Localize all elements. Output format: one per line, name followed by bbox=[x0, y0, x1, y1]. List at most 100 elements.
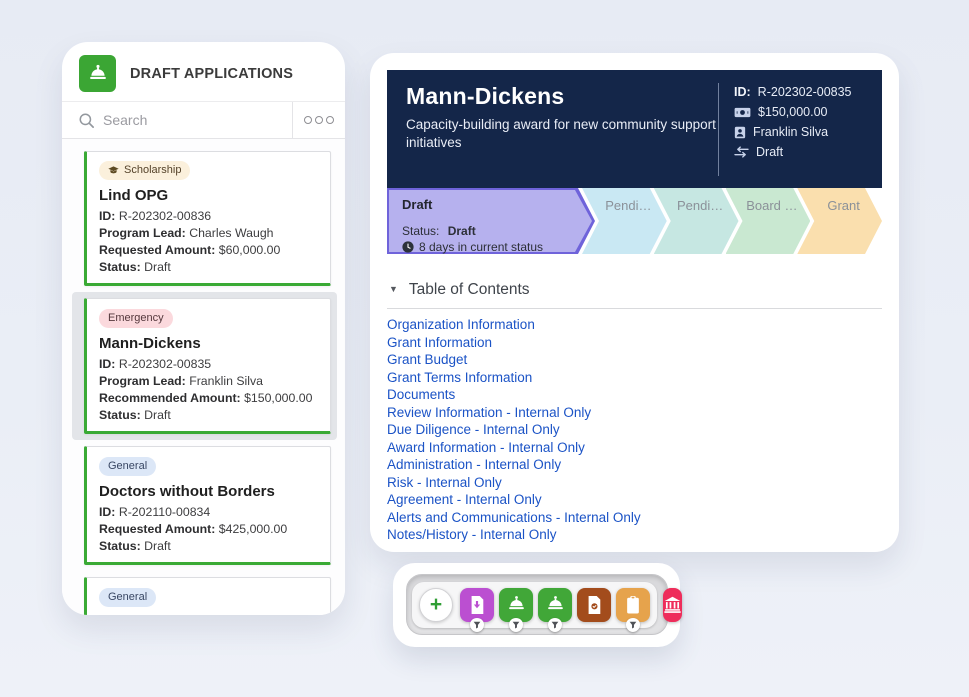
application-title: American National Red Cross bbox=[99, 614, 318, 615]
dock-item-document-download[interactable] bbox=[460, 588, 494, 622]
document-download-icon bbox=[468, 595, 486, 615]
record-header-titles: Mann-Dickens Capacity-building award for… bbox=[406, 83, 718, 176]
stage-label: Pendi… bbox=[669, 198, 723, 254]
category-badge: Scholarship bbox=[99, 161, 190, 180]
field-label: Status: bbox=[99, 408, 141, 422]
search-input[interactable] bbox=[95, 112, 292, 128]
toc-link[interactable]: Organization Information bbox=[387, 316, 535, 334]
clipboard-icon bbox=[624, 595, 642, 615]
application-card[interactable]: Emergency Mann-Dickens ID: R-202302-00835P… bbox=[84, 298, 331, 434]
application-field: Status: Draft bbox=[99, 538, 318, 555]
toc-link[interactable]: Award Information - Internal Only bbox=[387, 439, 585, 457]
pipeline-stage-active[interactable]: Draft Status: Draft8 days in current stat… bbox=[387, 188, 595, 254]
meta-amount: $150,000.00 bbox=[734, 105, 868, 119]
service-bell-icon bbox=[545, 594, 566, 615]
field-label: ID: bbox=[99, 209, 115, 223]
toc-link[interactable]: Administration - Internal Only bbox=[387, 456, 561, 474]
document-seal-icon bbox=[585, 595, 603, 615]
filter-funnel-badge bbox=[548, 618, 562, 632]
dock-item-bank[interactable] bbox=[663, 588, 682, 622]
meta-status: Draft bbox=[734, 145, 868, 159]
toc-link[interactable]: Notes/History - Internal Only bbox=[387, 526, 557, 544]
draft-applications-app-icon bbox=[79, 55, 116, 92]
toc-link[interactable]: Due Diligence - Internal Only bbox=[387, 421, 560, 439]
list-item-selected[interactable]: Emergency Mann-Dickens ID: R-202302-00835P… bbox=[72, 292, 337, 440]
application-field: ID: R-202110-00834 bbox=[99, 504, 318, 521]
toc-link[interactable]: Alerts and Communications - Internal Onl… bbox=[387, 509, 641, 527]
meta-id: ID: R-202302-00835 bbox=[734, 85, 868, 99]
stage-label: Pendi… bbox=[597, 198, 651, 254]
filter-funnel-badge bbox=[509, 618, 523, 632]
application-field: Requested Amount: $425,000.00 bbox=[99, 521, 318, 538]
category-badge-label: General bbox=[108, 461, 147, 472]
more-options-icon bbox=[304, 116, 312, 124]
application-field: Requested Amount: $60,000.00 bbox=[99, 242, 318, 259]
meta-lead-value: Franklin Silva bbox=[753, 125, 828, 139]
search-bar bbox=[62, 102, 345, 139]
list-item[interactable]: ScholarshipLind OPGID: R-202302-00836Pro… bbox=[72, 145, 337, 292]
meta-status-value: Draft bbox=[756, 145, 783, 159]
application-field: ID: R-202302-00835 bbox=[99, 356, 318, 373]
field-label: ID: bbox=[99, 505, 115, 519]
application-field: Recommended Amount: $150,000.00 bbox=[99, 390, 318, 407]
stage-status-line: Status: Draft bbox=[402, 223, 595, 239]
toc-link[interactable]: Grant Budget bbox=[387, 351, 467, 369]
stage-content: Draft Status: Draft8 days in current stat… bbox=[387, 188, 595, 255]
stage-label: Draft bbox=[402, 197, 595, 212]
application-field: Status: Draft bbox=[99, 407, 318, 424]
list-item[interactable]: GeneralDoctors without BordersID: R-2021… bbox=[72, 440, 337, 571]
bank-icon bbox=[663, 595, 682, 614]
category-badge-label: Scholarship bbox=[124, 165, 181, 176]
status-arrows-icon bbox=[734, 146, 749, 158]
graduation-cap-icon bbox=[108, 166, 119, 175]
application-title: Mann-Dickens bbox=[99, 335, 318, 352]
draft-applications-panel: DRAFT APPLICATIONS Scholarship Lind OPG ID… bbox=[62, 42, 345, 615]
list-item[interactable]: GeneralAmerican National Red CrossID: R-… bbox=[72, 571, 337, 615]
meta-amount-value: $150,000.00 bbox=[758, 105, 828, 119]
dock-item-service-bell[interactable] bbox=[538, 588, 572, 622]
field-label: Program Lead: bbox=[99, 226, 186, 240]
dock-tray: + bbox=[406, 574, 668, 635]
toc-title: Table of Contents bbox=[409, 281, 530, 299]
service-bell-icon bbox=[87, 63, 109, 85]
field-label: Status: bbox=[99, 539, 141, 553]
dock-item-service-bell[interactable] bbox=[499, 588, 533, 622]
filter-funnel-badge bbox=[626, 618, 640, 632]
record-meta: ID: R-202302-00835 $150,000.00 bbox=[718, 83, 868, 176]
application-title: Lind OPG bbox=[99, 187, 318, 204]
toc-link[interactable]: Grant Terms Information bbox=[387, 369, 532, 387]
application-card[interactable]: GeneralDoctors without BordersID: R-2021… bbox=[84, 446, 331, 565]
dock-add-button[interactable]: + bbox=[419, 588, 453, 622]
record-title: Mann-Dickens bbox=[406, 83, 718, 110]
toc-link[interactable]: Agreement - Internal Only bbox=[387, 491, 542, 509]
contact-badge-icon bbox=[734, 126, 746, 139]
search-icon bbox=[78, 112, 95, 129]
meta-id-value: R-202302-00835 bbox=[758, 85, 852, 99]
stage-days-line: 8 days in current status bbox=[402, 239, 595, 255]
category-badge: General bbox=[99, 588, 156, 607]
record-header: Mann-Dickens Capacity-building award for… bbox=[387, 70, 882, 188]
application-card[interactable]: GeneralAmerican National Red CrossID: R-… bbox=[84, 577, 331, 615]
table-of-contents-section: ▼ Table of Contents Organization Informa… bbox=[387, 281, 882, 544]
app-dock: + bbox=[393, 563, 680, 647]
toc-link[interactable]: Review Information - Internal Only bbox=[387, 404, 591, 422]
toc-section-header[interactable]: ▼ Table of Contents bbox=[387, 281, 882, 309]
field-label: Program Lead: bbox=[99, 374, 186, 388]
field-label: Requested Amount: bbox=[99, 243, 215, 257]
application-card[interactable]: ScholarshipLind OPGID: R-202302-00836Pro… bbox=[84, 151, 331, 286]
toc-links: Organization InformationGrant Informatio… bbox=[387, 316, 882, 544]
record-subtitle: Capacity-building award for new communit… bbox=[406, 116, 718, 152]
dock-item-clipboard[interactable] bbox=[616, 588, 650, 622]
category-badge: Emergency bbox=[99, 309, 173, 328]
toc-link[interactable]: Risk - Internal Only bbox=[387, 474, 502, 492]
stage-label: Grant bbox=[819, 198, 860, 254]
application-field: Status: Draft bbox=[99, 259, 318, 276]
field-label: Requested Amount: bbox=[99, 522, 215, 536]
panel-title: DRAFT APPLICATIONS bbox=[130, 66, 293, 82]
toc-link[interactable]: Grant Information bbox=[387, 334, 492, 352]
toc-link[interactable]: Documents bbox=[387, 386, 455, 404]
applications-list: ScholarshipLind OPGID: R-202302-00836Pro… bbox=[62, 139, 345, 615]
more-options-button[interactable] bbox=[293, 102, 345, 138]
dock-item-document-seal[interactable] bbox=[577, 588, 611, 622]
field-label: Recommended Amount: bbox=[99, 391, 241, 405]
